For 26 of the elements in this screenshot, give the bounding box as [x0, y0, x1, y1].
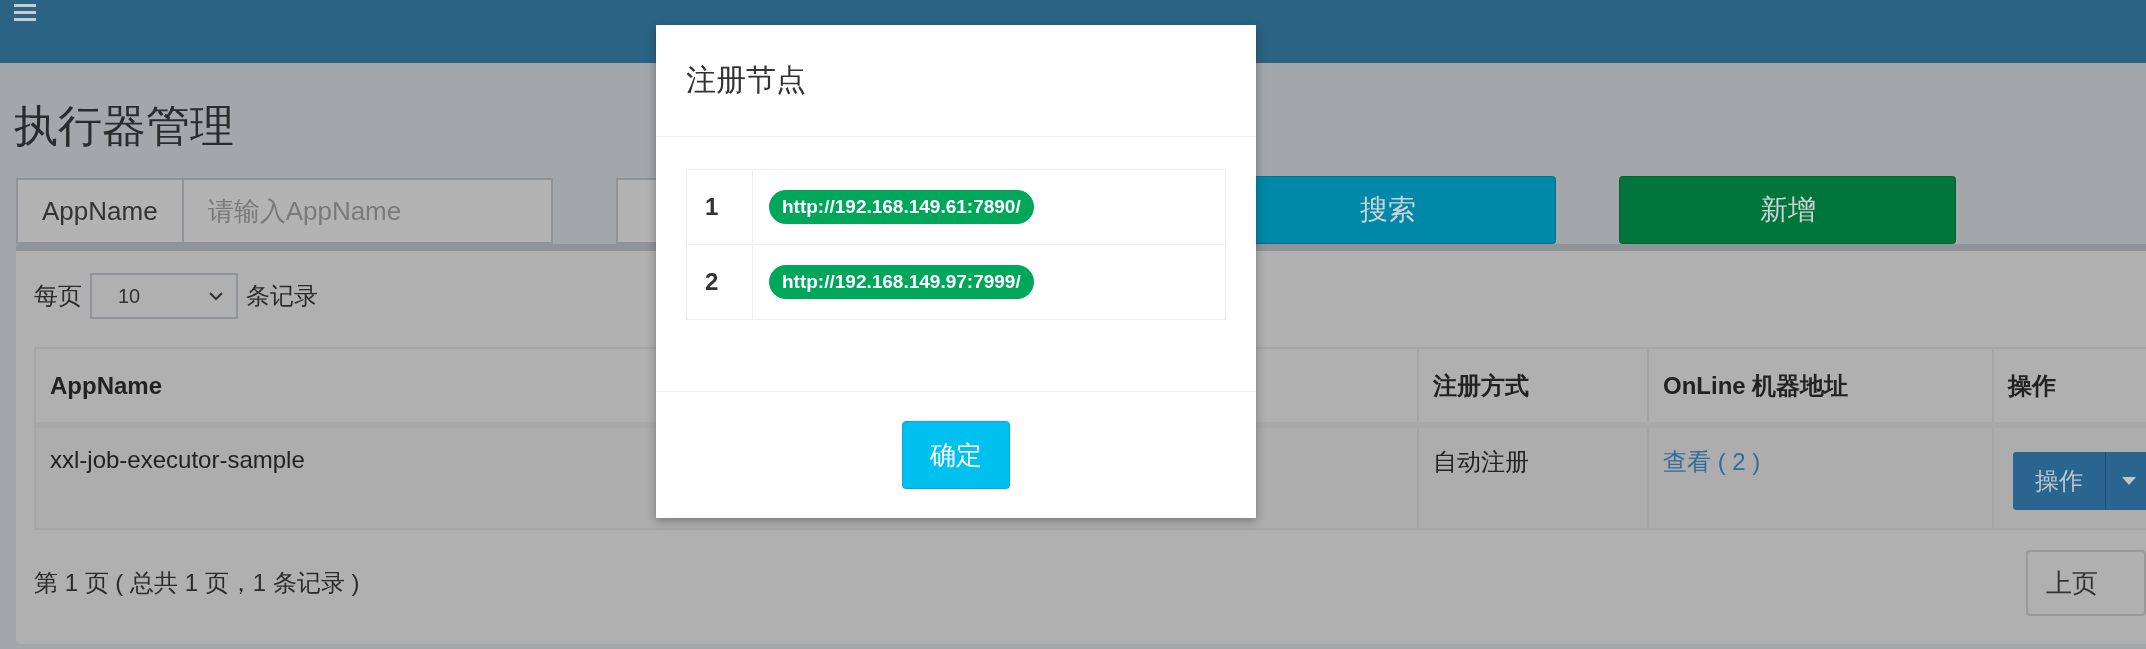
- node-index: 1: [687, 170, 753, 244]
- column-header: 注册方式: [1417, 349, 1647, 422]
- action-button[interactable]: 操作: [2013, 452, 2106, 510]
- page-size-label: 每页: [34, 281, 82, 311]
- column-header: 操作: [1992, 349, 2146, 422]
- column-header: OnLine 机器地址: [1647, 349, 1992, 422]
- table-cell: xxl-job-executor-sample: [50, 446, 305, 474]
- page-size-select[interactable]: 10: [90, 273, 238, 319]
- prev-page-button[interactable]: 上页: [2026, 550, 2146, 616]
- confirm-button[interactable]: 确定: [902, 421, 1010, 489]
- view-link[interactable]: 查看 ( 2 ): [1663, 446, 1761, 478]
- caret-icon: [2122, 477, 2136, 485]
- page-title: 执行器管理: [14, 100, 235, 152]
- node-address: http://192.168.149.97:7999/: [769, 265, 1034, 299]
- node-index: 2: [687, 245, 753, 319]
- add-button[interactable]: 新增: [1619, 176, 1956, 244]
- table-cell-text: 自动注册: [1433, 447, 1529, 477]
- page-size-label: 条记录: [246, 281, 318, 311]
- menu-icon[interactable]: [14, 4, 36, 22]
- pagination-summary: 第 1 页 ( 总共 1 页，1 条记录 ): [34, 568, 360, 598]
- field-label: AppName: [16, 178, 184, 244]
- chevron-down-icon: [208, 291, 224, 301]
- node-address: http://192.168.149.61:7890/: [769, 190, 1034, 224]
- modal-title: 注册节点: [686, 62, 806, 98]
- search-field[interactable]: 请输入AppName: [183, 178, 553, 244]
- column-header: AppName: [49, 370, 164, 401]
